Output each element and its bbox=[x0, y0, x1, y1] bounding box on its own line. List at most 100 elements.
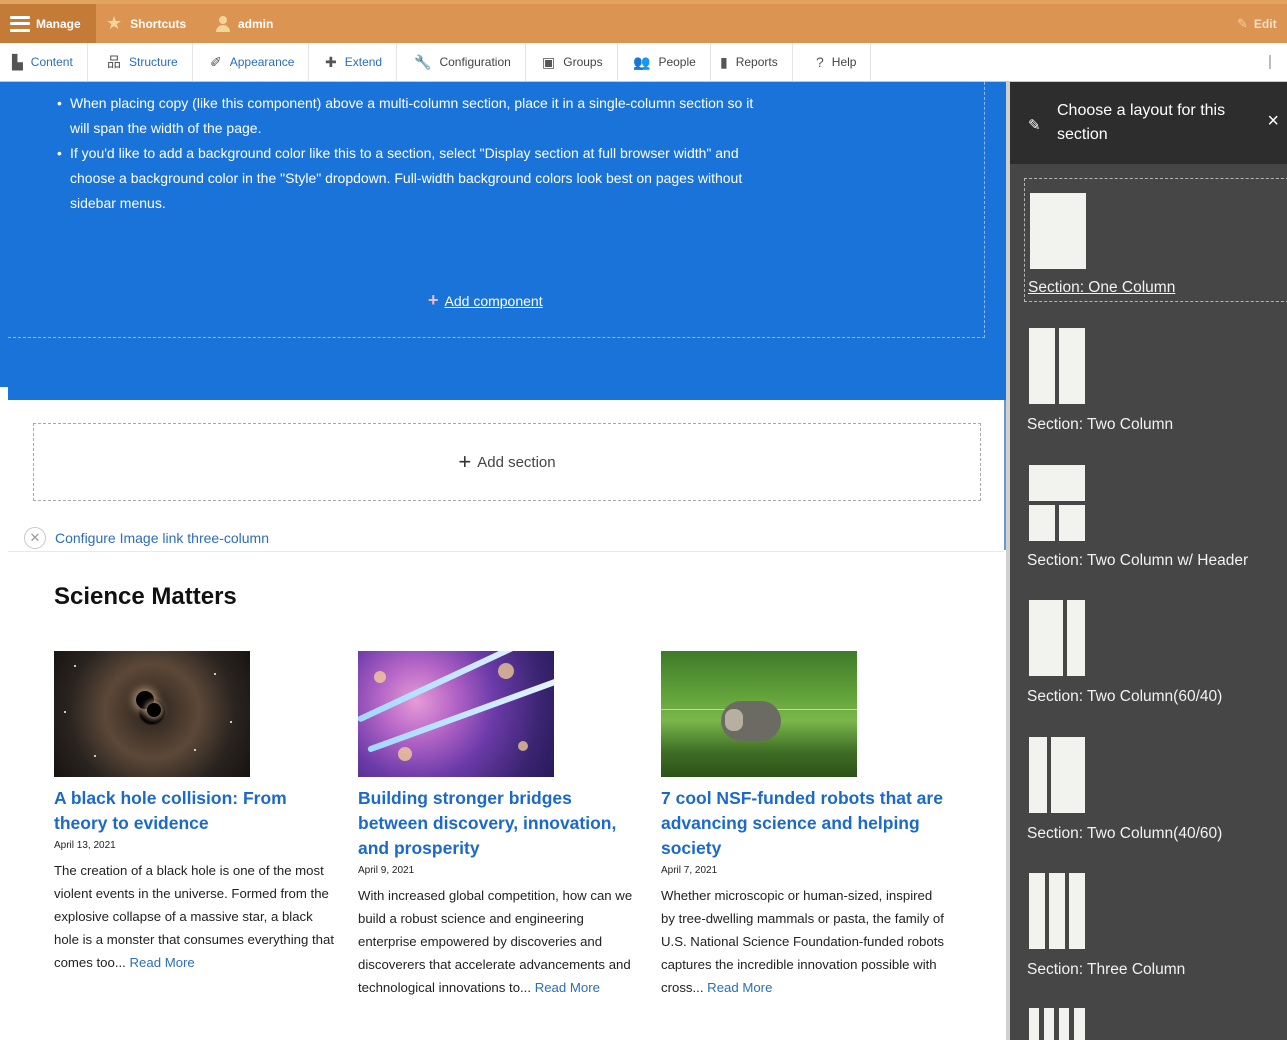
add-section-label: Add section bbox=[477, 453, 556, 471]
tray-label: Groups bbox=[563, 55, 603, 69]
close-icon[interactable]: × bbox=[1267, 110, 1279, 133]
tray-item-content[interactable]: ▙ Content bbox=[0, 43, 88, 81]
add-section-button[interactable]: + Add section bbox=[33, 423, 981, 501]
manage-tab[interactable]: Manage bbox=[0, 4, 96, 43]
pencil-icon: ✎ bbox=[1237, 15, 1248, 31]
instruction-item: When placing copy (like this component) … bbox=[57, 91, 770, 141]
wrench-icon: 🔧 bbox=[414, 53, 432, 70]
summary-text: Whether microscopic or human-sized, insp… bbox=[661, 888, 944, 995]
tray-item-configuration[interactable]: 🔧 Configuration bbox=[402, 43, 526, 81]
brush-icon: ✐ bbox=[210, 53, 222, 70]
manage-label: Manage bbox=[36, 16, 81, 31]
article-card: A black hole collision: From theory to e… bbox=[54, 651, 339, 974]
layout-option-one-column[interactable]: Section: One Column bbox=[1024, 178, 1287, 302]
puzzle-icon: ✚ bbox=[325, 53, 337, 70]
add-component-link[interactable]: + Add component bbox=[428, 290, 543, 311]
summary-text: With increased global competition, how c… bbox=[358, 888, 633, 995]
two-column-60-40-thumbnail bbox=[1067, 600, 1085, 676]
blue-section: When placing copy (like this component) … bbox=[8, 82, 1010, 400]
groups-icon: ▣ bbox=[542, 53, 556, 70]
instruction-item: If you'd like to add a background color … bbox=[57, 141, 770, 216]
article-summary: With increased global competition, how c… bbox=[358, 884, 643, 999]
black-hole-image[interactable] bbox=[54, 651, 250, 777]
tray-label: Appearance bbox=[229, 55, 295, 69]
four-column-thumbnail bbox=[1044, 1008, 1054, 1040]
shortcuts-tab[interactable]: ★ Shortcuts bbox=[106, 4, 186, 43]
people-icon: 👥 bbox=[633, 53, 651, 70]
hamburger-icon bbox=[10, 15, 30, 32]
three-column-thumbnail bbox=[1029, 873, 1045, 949]
tray-label: Reports bbox=[735, 55, 778, 69]
layout-option-two-column[interactable]: Section: Two Column bbox=[1024, 328, 1287, 438]
two-column-thumbnail bbox=[1029, 328, 1055, 404]
remove-section-icon[interactable]: ✕ bbox=[24, 527, 46, 549]
tray-item-help[interactable]: ? Help bbox=[804, 43, 872, 81]
read-more-link[interactable]: Read More bbox=[535, 980, 600, 995]
tray-item-reports[interactable]: ▮ Reports bbox=[708, 43, 793, 81]
tray-item-appearance[interactable]: ✐ Appearance bbox=[198, 43, 310, 81]
bar-chart-icon: ▮ bbox=[720, 53, 728, 70]
shortcuts-label: Shortcuts bbox=[130, 16, 187, 31]
layout-option-label: Section: Two Column w/ Header bbox=[1027, 552, 1249, 569]
divider bbox=[8, 551, 1004, 552]
robot-image[interactable] bbox=[661, 651, 857, 777]
summary-text: The creation of a black hole is one of t… bbox=[54, 863, 335, 970]
plus-icon: + bbox=[428, 290, 439, 310]
collapse-icon[interactable] bbox=[1269, 55, 1281, 69]
article-title[interactable]: A black hole collision: From theory to e… bbox=[54, 786, 339, 836]
two-column-header-thumbnail bbox=[1029, 465, 1085, 501]
section-heading: Science Matters bbox=[54, 583, 237, 610]
two-column-60-40-thumbnail bbox=[1029, 600, 1063, 676]
one-column-thumbnail bbox=[1030, 193, 1086, 269]
layout-option-two-column-header[interactable]: Section: Two Column w/ Header bbox=[1024, 465, 1287, 575]
help-icon: ? bbox=[816, 54, 824, 70]
two-column-40-60-thumbnail bbox=[1051, 737, 1085, 813]
plus-icon: + bbox=[458, 449, 472, 474]
tray-item-structure[interactable]: 品 Structure bbox=[95, 43, 193, 81]
two-column-header-thumbnail bbox=[1059, 505, 1085, 541]
four-column-thumbnail bbox=[1059, 1008, 1069, 1040]
article-card: Building stronger bridges between discov… bbox=[358, 651, 643, 999]
read-more-link[interactable]: Read More bbox=[130, 955, 195, 970]
two-column-40-60-thumbnail bbox=[1029, 737, 1047, 813]
layout-option-two-column-40-60[interactable]: Section: Two Column(40/60) bbox=[1024, 737, 1287, 847]
tray-label: Content bbox=[30, 55, 73, 69]
layout-chooser-panel: ✎ Choose a layout for this section × Sec… bbox=[1010, 82, 1287, 1040]
admin-toolbar: Manage ★ Shortcuts admin ✎ Edit bbox=[0, 0, 1287, 43]
read-more-link[interactable]: Read More bbox=[707, 980, 772, 995]
layout-option-label: Section: Three Column bbox=[1027, 961, 1186, 978]
blue-edge bbox=[0, 82, 8, 387]
article-date: April 13, 2021 bbox=[54, 840, 116, 851]
configure-link[interactable]: Configure Image link three-column bbox=[55, 530, 269, 546]
layout-option-four-column[interactable] bbox=[1024, 1008, 1287, 1040]
two-column-thumbnail bbox=[1059, 328, 1085, 404]
document-icon: ▙ bbox=[12, 53, 23, 70]
panel-header: ✎ Choose a layout for this section × bbox=[1010, 82, 1287, 164]
article-card: 7 cool NSF-funded robots that are advanc… bbox=[661, 651, 946, 999]
article-date: April 7, 2021 bbox=[661, 865, 718, 876]
two-column-header-thumbnail bbox=[1029, 505, 1055, 541]
three-column-thumbnail bbox=[1049, 873, 1065, 949]
layout-option-label: Section: Two Column bbox=[1027, 416, 1174, 433]
layout-option-label: Section: Two Column(60/40) bbox=[1027, 688, 1223, 705]
dna-image[interactable] bbox=[358, 651, 554, 777]
user-label: admin bbox=[238, 16, 274, 31]
edit-label: Edit bbox=[1253, 16, 1277, 31]
tray-item-groups[interactable]: ▣ Groups bbox=[530, 43, 618, 81]
layout-option-two-column-60-40[interactable]: Section: Two Column(60/40) bbox=[1024, 600, 1287, 710]
article-title[interactable]: Building stronger bridges between discov… bbox=[358, 786, 643, 861]
configure-section: ✕ Configure Image link three-column bbox=[24, 527, 269, 549]
layout-option-three-column[interactable]: Section: Three Column bbox=[1024, 873, 1287, 983]
user-tab[interactable]: admin bbox=[216, 4, 273, 43]
article-title[interactable]: 7 cool NSF-funded robots that are advanc… bbox=[661, 786, 946, 861]
four-column-thumbnail bbox=[1029, 1008, 1039, 1040]
four-column-thumbnail bbox=[1074, 1008, 1085, 1040]
layout-option-label: Section: Two Column(40/60) bbox=[1027, 825, 1223, 842]
add-component-label: Add component bbox=[444, 292, 543, 309]
tray-label: Configuration bbox=[439, 55, 511, 69]
tray-item-people[interactable]: 👥 People bbox=[621, 43, 711, 81]
sitemap-icon: 品 bbox=[107, 54, 121, 70]
edit-tab[interactable]: ✎ Edit bbox=[1237, 4, 1287, 43]
tray-item-extend[interactable]: ✚ Extend bbox=[313, 43, 398, 81]
layout-option-label: Section: One Column bbox=[1028, 279, 1176, 296]
